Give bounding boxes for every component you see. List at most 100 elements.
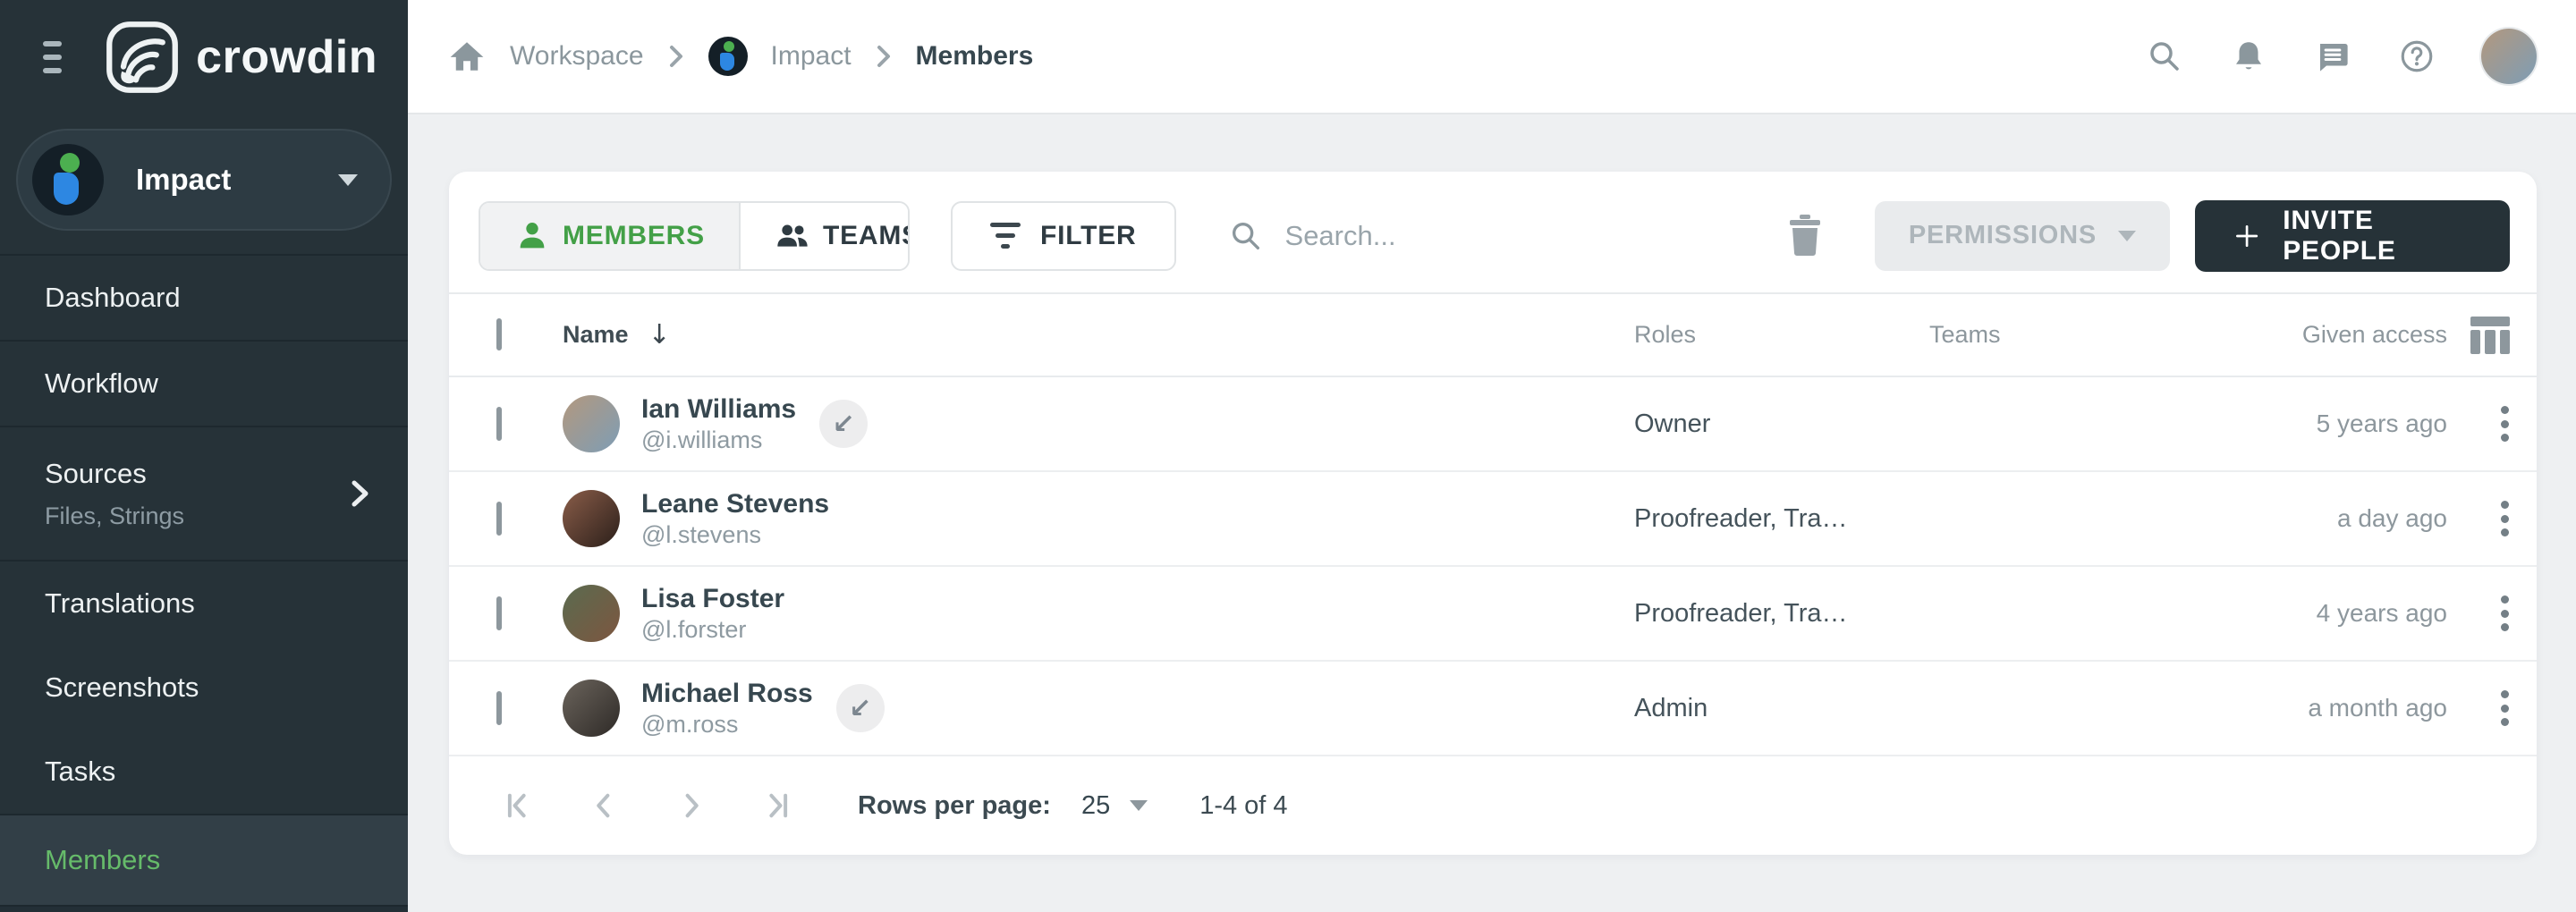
sidebar-item-dashboard[interactable]: Dashboard (0, 256, 408, 340)
filter-button-label: FILTER (1040, 221, 1137, 251)
search-icon (1228, 218, 1264, 254)
search-input[interactable] (1285, 220, 1786, 252)
breadcrumb: Workspace Impact Members (447, 37, 1033, 76)
notifications-bell-icon[interactable] (2229, 37, 2268, 76)
delete-trash-icon[interactable] (1786, 215, 1825, 258)
messages-icon[interactable] (2313, 37, 2352, 76)
sidebar: crowdin Impact Dashboard Workflow Source… (0, 0, 408, 912)
permissions-button-label: PERMISSIONS (1909, 221, 2097, 250)
rows-per-page-label: Rows per page: (858, 791, 1051, 821)
plus-icon (2233, 220, 2261, 252)
row-actions-kebab-icon[interactable] (2499, 404, 2510, 443)
member-name[interactable]: Ian Williams (641, 394, 796, 425)
chevron-down-icon (2118, 231, 2136, 241)
sidebar-header: crowdin (0, 0, 408, 114)
row-actions-kebab-icon[interactable] (2499, 499, 2510, 538)
sidebar-item-label: Translations (45, 587, 195, 620)
members-card: MEMBERS TEAMS FILTER PERMISSIONS (449, 172, 2537, 855)
row-checkbox[interactable] (496, 691, 502, 725)
sidebar-item-label: Sources (45, 458, 147, 490)
column-header-given-access[interactable]: Given access (2233, 321, 2447, 349)
person-icon (514, 218, 550, 254)
previous-page-button[interactable] (582, 783, 627, 828)
filter-button[interactable]: FILTER (951, 201, 1176, 271)
crowdin-logo: crowdin (105, 20, 377, 95)
sidebar-item-members[interactable]: Members (0, 815, 408, 905)
member-given-access: 5 years ago (2233, 410, 2447, 438)
topbar-actions (2145, 29, 2537, 84)
member-given-access: 4 years ago (2233, 599, 2447, 628)
member-username: @l.stevens (641, 521, 829, 549)
column-header-roles[interactable]: Roles (1634, 321, 1929, 349)
people-icon (775, 218, 810, 254)
last-page-button[interactable] (754, 783, 799, 828)
member-roles: Admin (1634, 694, 1929, 723)
row-checkbox[interactable] (496, 596, 502, 630)
search-icon[interactable] (2145, 37, 2184, 76)
chevron-right-icon (667, 42, 685, 71)
member-name[interactable]: Michael Ross (641, 679, 813, 709)
column-header-teams[interactable]: Teams (1929, 321, 2233, 349)
table-row: Michael Ross @m.ross ↙ Admin a month ago (449, 662, 2537, 756)
sidebar-item-screenshots[interactable]: Screenshots (0, 646, 408, 730)
sidebar-item-label: Tasks (45, 756, 115, 788)
next-page-button[interactable] (668, 783, 713, 828)
last-login-arrow-badge: ↙ (819, 400, 868, 448)
member-roles: Owner (1634, 410, 1929, 439)
hamburger-menu-icon[interactable] (43, 36, 62, 79)
crowdin-mark-icon (105, 20, 180, 95)
member-avatar (563, 395, 620, 452)
search-box (1228, 218, 1786, 254)
tab-members[interactable]: MEMBERS (480, 203, 739, 269)
select-all-checkbox[interactable] (496, 318, 502, 350)
sidebar-item-translations[interactable]: Translations (0, 562, 408, 646)
project-switcher[interactable]: Impact (16, 129, 392, 231)
topbar: Workspace Impact Members (408, 0, 2576, 114)
tab-label: MEMBERS (563, 221, 705, 251)
sidebar-item-workflow[interactable]: Workflow (0, 342, 408, 426)
row-checkbox[interactable] (496, 407, 502, 441)
row-checkbox[interactable] (496, 502, 502, 536)
sidebar-item-sources[interactable]: Sources Files, Strings (0, 427, 408, 560)
member-avatar (563, 490, 620, 547)
toolbar: MEMBERS TEAMS FILTER PERMISSIONS (449, 172, 2537, 292)
members-teams-tab-group: MEMBERS TEAMS (479, 201, 910, 271)
invite-people-button-label: INVITE PEOPLE (2283, 206, 2472, 266)
row-actions-kebab-icon[interactable] (2499, 688, 2510, 728)
tab-teams[interactable]: TEAMS (739, 203, 910, 269)
sidebar-item-label: Dashboard (45, 282, 181, 314)
breadcrumb-page: Members (916, 41, 1034, 72)
sidebar-item-tasks[interactable]: Tasks (0, 730, 408, 814)
row-actions-kebab-icon[interactable] (2499, 594, 2510, 633)
column-header-name[interactable]: Name (563, 321, 629, 349)
chevron-right-icon (349, 476, 372, 511)
member-username: @i.williams (641, 426, 796, 454)
sort-descending-icon[interactable]: ↓ (648, 319, 671, 350)
member-name[interactable]: Leane Stevens (641, 489, 829, 519)
chevron-right-icon (875, 42, 893, 71)
project-logo-icon (708, 37, 748, 76)
member-username: @l.forster (641, 616, 784, 644)
breadcrumb-workspace[interactable]: Workspace (510, 41, 644, 72)
user-avatar[interactable] (2481, 29, 2537, 84)
help-icon[interactable] (2397, 37, 2436, 76)
chevron-down-icon (1130, 800, 1148, 811)
home-icon[interactable] (447, 37, 487, 76)
project-logo-icon (32, 144, 104, 215)
sidebar-footer (0, 907, 408, 912)
member-name[interactable]: Lisa Foster (641, 584, 784, 614)
breadcrumb-project[interactable]: Impact (771, 41, 852, 72)
member-avatar (563, 680, 620, 737)
main-content: MEMBERS TEAMS FILTER PERMISSIONS (408, 116, 2576, 912)
table-row: Lisa Foster @l.forster Proofreader, Tra…… (449, 567, 2537, 662)
table-header: Name ↓ Roles Teams Given access (449, 292, 2537, 377)
chevron-down-icon (338, 174, 358, 186)
table-row: Ian Williams @i.williams ↙ Owner 5 years… (449, 377, 2537, 472)
pagination: Rows per page: 25 1-4 of 4 (449, 756, 2537, 855)
invite-people-button[interactable]: INVITE PEOPLE (2195, 200, 2510, 272)
permissions-button[interactable]: PERMISSIONS (1875, 201, 2170, 271)
first-page-button[interactable] (496, 783, 541, 828)
rows-per-page-select[interactable]: 25 (1081, 791, 1148, 821)
table-columns-settings-icon[interactable] (2470, 317, 2510, 354)
filter-icon (990, 223, 1021, 249)
